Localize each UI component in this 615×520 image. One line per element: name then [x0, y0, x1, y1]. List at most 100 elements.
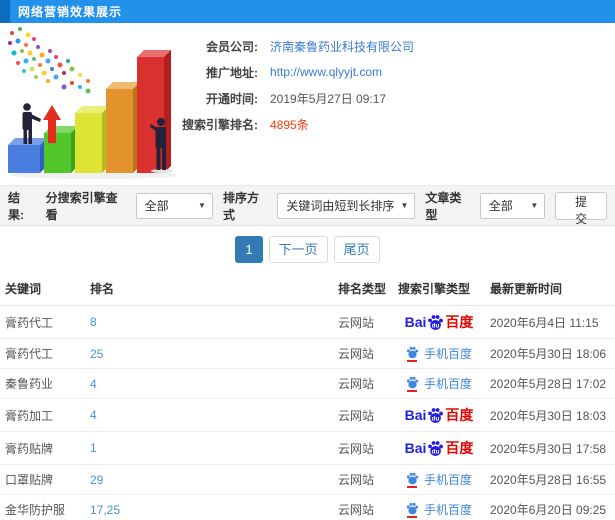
baidu-paw-icon [406, 346, 419, 358]
svg-text:du: du [432, 415, 440, 422]
article-type-select-value: 全部 [488, 198, 513, 213]
header-engine-type: 搜索引擎类型 [393, 272, 485, 306]
info-row-company: 会员公司: 济南秦鲁药业科技有限公司 [176, 33, 414, 59]
bar-chart-clipart [0, 23, 180, 183]
info-section: 会员公司: 济南秦鲁药业科技有限公司 推广地址: http://www.qlyy… [0, 23, 615, 186]
growth-chart-illustration [8, 27, 180, 179]
company-link[interactable]: 济南秦鲁药业科技有限公司 [270, 38, 414, 55]
engine-select-value: 全部 [144, 198, 169, 213]
promo-url-label: 推广地址: [206, 65, 258, 80]
updated-cell: 2020年5月30日 18:03 [490, 408, 607, 423]
rank-link[interactable]: 29 [90, 473, 103, 487]
filter-bar: 结果: 分搜索引擎查看 全部 ▼ 排序方式 关键词由短到长排序 ▼ 文章类型 全… [0, 186, 615, 226]
mobile-baidu-label: 手机百度 [423, 473, 472, 487]
engine-select[interactable]: 全部 ▼ [135, 192, 213, 219]
rank-type-cell: 云网站 [338, 503, 375, 517]
header-rank-type: 排名类型 [333, 272, 393, 306]
keyword-cell: 秦鲁药业 [5, 377, 54, 391]
table-row: 秦鲁药业 4 云网站 手机百度 2020年5月28日 17:02 [0, 368, 615, 399]
titlebar: 网络营销效果展示 [0, 0, 615, 23]
updated-cell: 2020年6月4日 11:15 [490, 315, 599, 330]
updated-cell: 2020年5月30日 17:58 [490, 441, 607, 456]
mobile-baidu-logo: 手机百度 [406, 501, 472, 518]
chevron-down-icon: ▼ [530, 200, 539, 210]
keyword-cell: 膏药加工 [5, 408, 54, 423]
rank-link[interactable]: 8 [90, 315, 97, 329]
baidu-underline [407, 515, 418, 518]
rank-type-cell: 云网站 [338, 408, 375, 423]
rank-link[interactable]: 17,25 [90, 503, 120, 517]
baidu-logo-text: Bai [404, 407, 427, 423]
sort-select[interactable]: 关键词由短到长排序 ▼ [277, 192, 416, 219]
rank-link[interactable]: 1 [90, 441, 97, 455]
info-row-open-time: 开通时间: 2019年5月27日 09:17 [176, 85, 414, 111]
businessman-left [22, 103, 41, 144]
page-title: 网络营销效果展示 [18, 5, 123, 19]
keyword-cell: 口罩贴牌 [5, 473, 54, 487]
results-label: 结果: [8, 190, 24, 222]
rank-link[interactable]: 4 [90, 377, 97, 391]
updated-cell: 2020年5月28日 17:02 [490, 377, 607, 391]
titlebar-accent [0, 0, 10, 23]
next-page-button[interactable]: 下一页 [268, 235, 328, 263]
table-header-row: 关键词 排名 排名类型 搜索引擎类型 最新更新时间 [0, 272, 615, 306]
keyword-cell: 金华防护服 [5, 503, 66, 517]
rank-type-cell: 云网站 [338, 377, 375, 391]
open-time-value: 2019年5月27日 09:17 [270, 91, 387, 106]
article-type-label: 文章类型 [425, 190, 462, 222]
info-row-url: 推广地址: http://www.qlyyjt.com [176, 59, 414, 85]
baidu-logo: Bai du 百度 [405, 405, 474, 425]
rank-count-value: 4895条 [270, 117, 309, 132]
header-keyword: 关键词 [0, 272, 85, 306]
baidu-paw-icon: du [428, 440, 444, 456]
open-time-label: 开通时间: [206, 91, 258, 106]
pagination: 1 下一页 尾页 [0, 226, 615, 272]
baidu-logo-cn-text: 百度 [445, 407, 474, 423]
last-page-button[interactable]: 尾页 [333, 235, 380, 263]
table-row: 膏药代工 8 云网站 Bai du 百度 2020年6月4日 11:15 [0, 305, 615, 339]
baidu-paw-icon [406, 472, 419, 484]
baidu-logo: Bai du 百度 [405, 312, 474, 332]
baidu-paw-icon: du [428, 407, 444, 423]
baidu-paw-icon [406, 502, 419, 514]
rank-link[interactable]: 4 [90, 408, 97, 422]
baidu-logo: Bai du 百度 [405, 438, 474, 458]
mobile-baidu-icon [406, 376, 419, 392]
bar-blue [8, 138, 47, 173]
keyword-ranking-table: 关键词 排名 排名类型 搜索引擎类型 最新更新时间 膏药代工 8 云网站 Bai du 百… [0, 272, 615, 520]
mobile-baidu-logo: 手机百度 [406, 375, 472, 392]
promo-url-link[interactable]: http://www.qlyyjt.com [270, 65, 382, 79]
company-label: 会员公司: [206, 39, 258, 54]
keyword-cell: 膏药代工 [5, 347, 54, 361]
keyword-cell: 膏药代工 [5, 315, 54, 330]
bar-orange [106, 82, 140, 173]
rank-type-cell: 云网站 [338, 347, 375, 361]
svg-text:du: du [432, 448, 440, 455]
mobile-baidu-label: 手机百度 [423, 503, 472, 517]
rank-link[interactable]: 25 [90, 347, 103, 361]
engine-filter-label: 分搜索引擎查看 [45, 190, 118, 222]
svg-text:du: du [432, 322, 440, 329]
mobile-baidu-icon [406, 472, 419, 488]
rank-type-cell: 云网站 [338, 441, 375, 456]
results-table-body: 膏药代工 8 云网站 Bai du 百度 2020年6月4日 11:15 膏药代工 25 云网站手… [0, 305, 615, 520]
baidu-paw-icon: du [428, 314, 444, 330]
mobile-baidu-icon [406, 346, 419, 362]
mobile-baidu-logo: 手机百度 [406, 471, 472, 488]
table-row: 口罩贴牌 29 云网站 手机百度 2020年5月28日 16:55 [0, 464, 615, 495]
company-info-list: 会员公司: 济南秦鲁药业科技有限公司 推广地址: http://www.qlyy… [176, 23, 414, 185]
rank-type-cell: 云网站 [338, 315, 375, 330]
rank-type-cell: 云网站 [338, 473, 375, 487]
baidu-underline [407, 485, 418, 488]
updated-cell: 2020年6月20日 09:25 [490, 503, 607, 517]
chevron-down-icon: ▼ [198, 200, 206, 210]
baidu-underline [407, 359, 418, 362]
keyword-cell: 膏药贴牌 [5, 441, 54, 456]
submit-button[interactable]: 提交 [555, 191, 608, 226]
baidu-logo-text: Bai [404, 314, 427, 330]
updated-cell: 2020年5月30日 18:06 [490, 347, 607, 361]
article-type-select[interactable]: 全部 ▼ [479, 192, 546, 219]
page-1-button[interactable]: 1 [235, 235, 263, 263]
table-row: 金华防护服 17,25 云网站 手机百度 2020年6月20日 09:25 [0, 494, 615, 520]
rank-count-label: 搜索引擎排名: [182, 117, 258, 132]
